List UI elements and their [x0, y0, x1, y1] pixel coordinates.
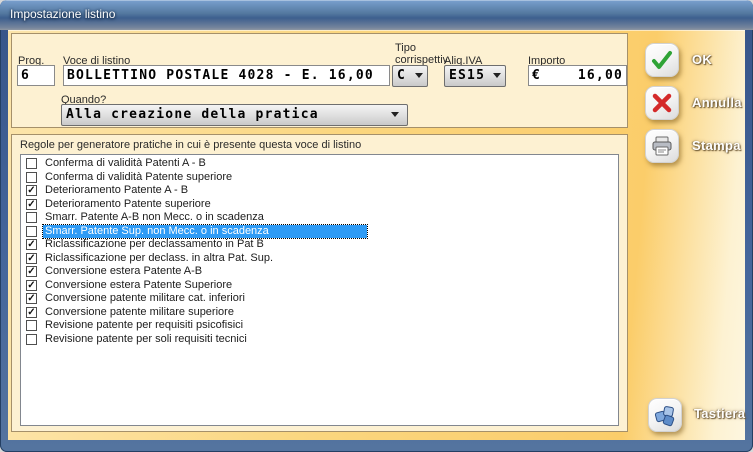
rules-listbox[interactable]: Conferma di validità Patenti A - BConfer… — [20, 154, 619, 426]
annulla-button-label[interactable]: Annulla — [692, 95, 742, 110]
chevron-down-icon — [493, 73, 501, 78]
rule-item[interactable]: ✓ Riclassificazione per declass. in altra… — [21, 252, 618, 266]
tastiera-button-label[interactable]: Tastiera — [694, 406, 745, 421]
tipo-corrispettivo-label: Tipo corrispettivo — [395, 42, 447, 66]
aliq-iva-select[interactable]: ES15 — [444, 65, 506, 87]
voce-input[interactable]: BOLLETTINO POSTALE 4028 - E. 16,00 — [63, 65, 390, 86]
stampa-button-label[interactable]: Stampa — [692, 138, 741, 153]
tipo-corrispettivo-select[interactable]: C — [392, 65, 428, 87]
checkbox-unchecked-icon[interactable] — [26, 158, 37, 169]
checkbox-unchecked-icon[interactable] — [26, 320, 37, 331]
aliq-iva-value: ES15 — [449, 68, 485, 83]
keyboard-icon — [653, 403, 677, 427]
tipo-corrispettivo-value: C — [397, 68, 406, 83]
rule-item-label: Conversione patente militare cat. inferi… — [43, 292, 247, 305]
importo-value: 16,00 — [578, 66, 623, 85]
rule-item-label: Conversione patente militare superiore — [43, 306, 236, 319]
chevron-down-icon — [391, 112, 399, 117]
rule-item[interactable]: ✓ Conversione estera Patente Superiore — [21, 279, 618, 293]
rules-label: Regole per generatore pratiche in cui è … — [20, 139, 361, 151]
rule-item-label: Conversione estera Patente A-B — [43, 265, 204, 278]
checkbox-checked-icon[interactable]: ✓ — [26, 253, 37, 264]
chevron-down-icon — [415, 73, 423, 78]
rule-item[interactable]: Smarr. Patente Sup. non Mecc. o in scade… — [21, 225, 618, 239]
rules-panel: Regole per generatore pratiche in cui è … — [11, 134, 628, 432]
rule-item[interactable]: Revisione patente per requisiti psicofis… — [21, 319, 618, 333]
checkbox-unchecked-icon[interactable] — [26, 226, 37, 237]
ok-button[interactable] — [645, 43, 679, 77]
rule-item-label: Deterioramento Patente superiore — [43, 198, 213, 211]
rule-item[interactable]: ✓ Conversione patente militare cat. infer… — [21, 292, 618, 306]
rule-item[interactable]: ✓ Conversione patente militare superiore — [21, 306, 618, 320]
check-icon — [650, 48, 674, 72]
title-bar[interactable]: Impostazione listino — [0, 0, 753, 30]
checkbox-checked-icon[interactable]: ✓ — [26, 266, 37, 277]
annulla-button[interactable] — [645, 86, 679, 120]
checkbox-checked-icon[interactable]: ✓ — [26, 293, 37, 304]
rule-item-label: Riclassificazione per declass. in altra … — [43, 252, 275, 265]
cross-icon — [651, 92, 673, 114]
checkbox-checked-icon[interactable]: ✓ — [26, 185, 37, 196]
prog-input[interactable]: 6 — [17, 65, 55, 86]
rule-item[interactable]: ✓ Deterioramento Patente A - B — [21, 184, 618, 198]
rule-item-label: Riclassificazione per declassamento in P… — [43, 238, 266, 251]
checkbox-checked-icon[interactable]: ✓ — [26, 307, 37, 318]
quando-select[interactable]: Alla creazione della pratica — [61, 104, 408, 126]
checkbox-checked-icon[interactable]: ✓ — [26, 280, 37, 291]
checkbox-unchecked-icon[interactable] — [26, 212, 37, 223]
rule-item[interactable]: Revisione patente per soli requisiti tec… — [21, 333, 618, 347]
tastiera-button[interactable] — [648, 398, 682, 432]
rule-item[interactable]: ✓ Deterioramento Patente superiore — [21, 198, 618, 212]
printer-icon — [651, 135, 673, 157]
dialog-body: Prog. 6 Voce di listino BOLLETTINO POSTA… — [8, 30, 745, 440]
rule-item-label: Smarr. Patente Sup. non Mecc. o in scade… — [43, 225, 367, 238]
header-panel: Prog. 6 Voce di listino BOLLETTINO POSTA… — [11, 33, 628, 128]
rule-item[interactable]: Conferma di validità Patente superiore — [21, 171, 618, 185]
checkbox-unchecked-icon[interactable] — [26, 172, 37, 183]
rule-item[interactable]: ✓ Riclassificazione per declassamento in … — [21, 238, 618, 252]
rule-item-label: Revisione patente per requisiti psicofis… — [43, 319, 245, 332]
rule-item[interactable]: ✓ Conversione estera Patente A-B — [21, 265, 618, 279]
dialog-window: Impostazione listino Prog. 6 Voce di lis… — [0, 0, 753, 452]
window-title: Impostazione listino — [10, 0, 115, 29]
rule-item-label: Smarr. Patente A-B non Mecc. o in scaden… — [43, 211, 266, 224]
rule-item[interactable]: Smarr. Patente A-B non Mecc. o in scaden… — [21, 211, 618, 225]
rule-item-label: Deterioramento Patente A - B — [43, 184, 190, 197]
quando-value: Alla creazione della pratica — [66, 107, 319, 122]
rule-item-label: Conversione estera Patente Superiore — [43, 279, 234, 292]
checkbox-checked-icon[interactable]: ✓ — [26, 239, 37, 250]
rule-item[interactable]: Conferma di validità Patenti A - B — [21, 157, 618, 171]
ok-button-label[interactable]: OK — [692, 52, 712, 67]
euro-sign: € — [532, 66, 541, 85]
importo-input[interactable]: € 16,00 — [528, 65, 627, 86]
checkbox-checked-icon[interactable]: ✓ — [26, 199, 37, 210]
stampa-button[interactable] — [645, 129, 679, 163]
rule-item-label: Conferma di validità Patenti A - B — [43, 157, 208, 170]
checkbox-unchecked-icon[interactable] — [26, 334, 37, 345]
rule-item-label: Conferma di validità Patente superiore — [43, 171, 234, 184]
rule-item-label: Revisione patente per soli requisiti tec… — [43, 333, 249, 346]
